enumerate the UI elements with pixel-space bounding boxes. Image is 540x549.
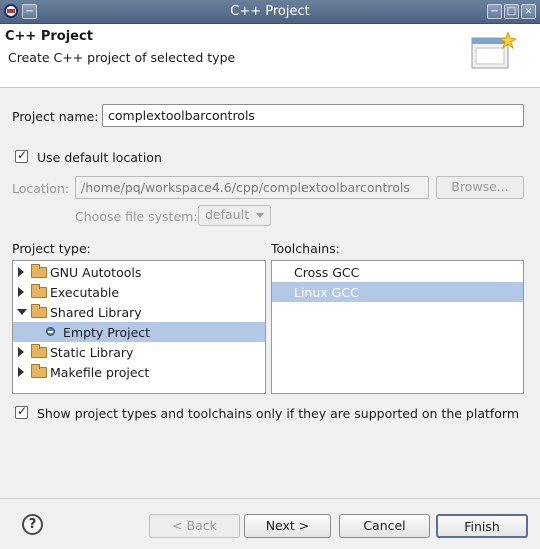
toolchains-list[interactable]: Cross GCC Linux GCC [271, 260, 524, 394]
tree-item-label: GNU Autotools [50, 265, 142, 280]
maximize-icon[interactable]: □ [504, 4, 519, 19]
finish-button[interactable]: Finish [436, 514, 528, 538]
use-default-location-checkbox[interactable] [15, 148, 28, 163]
folder-icon [31, 284, 47, 298]
browse-button[interactable]: Browse... [436, 176, 524, 199]
expand-icon[interactable] [18, 367, 24, 377]
tree-item-empty-project[interactable]: Empty Project [13, 322, 265, 342]
title-bar: − C++ Project − □ × [0, 0, 540, 24]
supported-only-label: Show project types and toolchains only i… [37, 406, 520, 421]
back-button[interactable]: < Back [149, 514, 240, 538]
list-item-cross-gcc[interactable]: Cross GCC [272, 262, 523, 282]
project-name-label: Project name: [12, 109, 99, 124]
page-description: Create C++ project of selected type [8, 50, 236, 65]
minimize-icon[interactable]: − [487, 4, 502, 19]
tree-item-label: Makefile project [50, 365, 150, 380]
help-icon[interactable]: ? [22, 514, 43, 535]
list-item-linux-gcc[interactable]: Linux GCC [272, 282, 523, 302]
tree-item-static-library[interactable]: Static Library [13, 342, 265, 362]
file-system-select[interactable]: default [198, 205, 271, 226]
tree-item-shared-library[interactable]: Shared Library [13, 302, 265, 322]
tree-item-executable[interactable]: Executable [13, 282, 265, 302]
tree-item-label: Empty Project [63, 325, 151, 340]
expand-icon[interactable] [18, 347, 24, 357]
use-default-location-label: Use default location [37, 150, 162, 165]
tree-item-label: Static Library [50, 345, 134, 360]
expand-icon[interactable] [18, 287, 24, 297]
new-project-wizard-icon [471, 32, 516, 69]
button-bar-divider [0, 498, 540, 499]
folder-icon [31, 364, 47, 378]
tree-item-label: Shared Library [50, 305, 142, 320]
folder-icon [31, 344, 47, 358]
folder-open-icon [31, 304, 47, 318]
supported-only-checkbox[interactable] [15, 404, 28, 419]
cancel-button[interactable]: Cancel [339, 514, 430, 538]
next-button[interactable]: Next > [244, 514, 331, 538]
collapse-icon[interactable] [17, 309, 27, 315]
chevron-down-icon [256, 213, 264, 218]
expand-icon[interactable] [18, 267, 24, 277]
project-type-tree[interactable]: GNU Autotools Executable Shared Library … [12, 260, 266, 394]
file-system-label: Choose file system: [75, 209, 198, 224]
project-icon [46, 327, 55, 336]
wizard-header: C++ Project Create C++ project of select… [0, 24, 540, 88]
location-input[interactable] [75, 176, 429, 199]
page-title: C++ Project [5, 29, 93, 44]
tree-item-makefile-project[interactable]: Makefile project [13, 362, 265, 382]
toolchains-label: Toolchains: [271, 241, 340, 256]
location-label: Location: [12, 181, 70, 196]
window-title: C++ Project [230, 4, 310, 19]
close-icon[interactable]: × [521, 4, 536, 19]
project-name-input[interactable] [102, 104, 524, 127]
folder-icon [31, 264, 47, 278]
tree-item-label: Executable [50, 285, 120, 300]
list-item-label: Linux GCC [294, 285, 359, 300]
file-system-value: default [205, 207, 249, 222]
list-item-label: Cross GCC [294, 265, 360, 280]
project-type-label: Project type: [12, 241, 91, 256]
tree-item-gnu-autotools[interactable]: GNU Autotools [13, 262, 265, 282]
